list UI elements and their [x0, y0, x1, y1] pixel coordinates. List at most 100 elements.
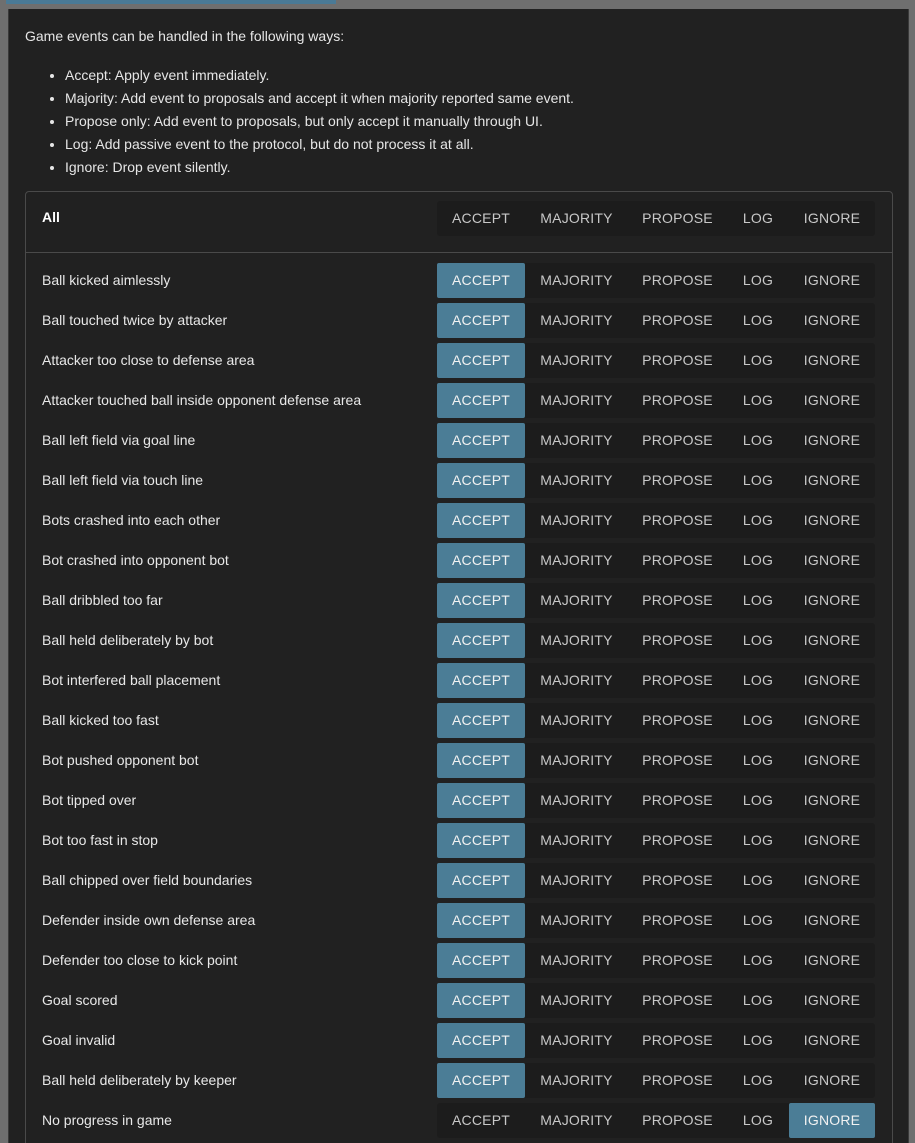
event-majority-button[interactable]: MAJORITY: [525, 383, 628, 418]
event-propose-button[interactable]: PROPOSE: [628, 503, 727, 538]
event-accept-button[interactable]: ACCEPT: [437, 423, 525, 458]
event-log-button[interactable]: LOG: [727, 423, 789, 458]
event-log-button[interactable]: LOG: [727, 1063, 789, 1098]
event-accept-button[interactable]: ACCEPT: [437, 703, 525, 738]
all-events-log-button[interactable]: LOG: [727, 201, 789, 236]
event-majority-button[interactable]: MAJORITY: [525, 503, 628, 538]
event-majority-button[interactable]: MAJORITY: [525, 863, 628, 898]
event-ignore-button[interactable]: IGNORE: [789, 1023, 875, 1058]
event-accept-button[interactable]: ACCEPT: [437, 303, 525, 338]
event-log-button[interactable]: LOG: [727, 903, 789, 938]
event-propose-button[interactable]: PROPOSE: [628, 983, 727, 1018]
event-ignore-button[interactable]: IGNORE: [789, 1103, 875, 1138]
event-propose-button[interactable]: PROPOSE: [628, 623, 727, 658]
event-ignore-button[interactable]: IGNORE: [789, 703, 875, 738]
event-log-button[interactable]: LOG: [727, 383, 789, 418]
event-accept-button[interactable]: ACCEPT: [437, 543, 525, 578]
event-propose-button[interactable]: PROPOSE: [628, 903, 727, 938]
event-ignore-button[interactable]: IGNORE: [789, 623, 875, 658]
event-ignore-button[interactable]: IGNORE: [789, 823, 875, 858]
event-accept-button[interactable]: ACCEPT: [437, 623, 525, 658]
event-ignore-button[interactable]: IGNORE: [789, 863, 875, 898]
event-log-button[interactable]: LOG: [727, 743, 789, 778]
event-propose-button[interactable]: PROPOSE: [628, 663, 727, 698]
event-ignore-button[interactable]: IGNORE: [789, 743, 875, 778]
event-majority-button[interactable]: MAJORITY: [525, 343, 628, 378]
event-log-button[interactable]: LOG: [727, 463, 789, 498]
event-majority-button[interactable]: MAJORITY: [525, 783, 628, 818]
event-majority-button[interactable]: MAJORITY: [525, 983, 628, 1018]
event-accept-button[interactable]: ACCEPT: [437, 823, 525, 858]
event-majority-button[interactable]: MAJORITY: [525, 903, 628, 938]
event-accept-button[interactable]: ACCEPT: [437, 343, 525, 378]
event-ignore-button[interactable]: IGNORE: [789, 1063, 875, 1098]
event-ignore-button[interactable]: IGNORE: [789, 663, 875, 698]
event-ignore-button[interactable]: IGNORE: [789, 903, 875, 938]
event-ignore-button[interactable]: IGNORE: [789, 543, 875, 578]
event-majority-button[interactable]: MAJORITY: [525, 543, 628, 578]
event-accept-button[interactable]: ACCEPT: [437, 583, 525, 618]
event-propose-button[interactable]: PROPOSE: [628, 423, 727, 458]
event-log-button[interactable]: LOG: [727, 823, 789, 858]
event-ignore-button[interactable]: IGNORE: [789, 263, 875, 298]
event-majority-button[interactable]: MAJORITY: [525, 263, 628, 298]
event-ignore-button[interactable]: IGNORE: [789, 503, 875, 538]
event-ignore-button[interactable]: IGNORE: [789, 463, 875, 498]
event-propose-button[interactable]: PROPOSE: [628, 863, 727, 898]
event-majority-button[interactable]: MAJORITY: [525, 663, 628, 698]
event-log-button[interactable]: LOG: [727, 703, 789, 738]
event-propose-button[interactable]: PROPOSE: [628, 583, 727, 618]
event-majority-button[interactable]: MAJORITY: [525, 1103, 628, 1138]
event-majority-button[interactable]: MAJORITY: [525, 303, 628, 338]
event-accept-button[interactable]: ACCEPT: [437, 863, 525, 898]
event-propose-button[interactable]: PROPOSE: [628, 1063, 727, 1098]
event-log-button[interactable]: LOG: [727, 623, 789, 658]
event-ignore-button[interactable]: IGNORE: [789, 983, 875, 1018]
event-propose-button[interactable]: PROPOSE: [628, 303, 727, 338]
event-majority-button[interactable]: MAJORITY: [525, 623, 628, 658]
event-accept-button[interactable]: ACCEPT: [437, 1023, 525, 1058]
event-log-button[interactable]: LOG: [727, 1023, 789, 1058]
event-majority-button[interactable]: MAJORITY: [525, 703, 628, 738]
event-majority-button[interactable]: MAJORITY: [525, 583, 628, 618]
event-propose-button[interactable]: PROPOSE: [628, 383, 727, 418]
event-log-button[interactable]: LOG: [727, 1103, 789, 1138]
event-accept-button[interactable]: ACCEPT: [437, 383, 525, 418]
event-propose-button[interactable]: PROPOSE: [628, 743, 727, 778]
event-accept-button[interactable]: ACCEPT: [437, 743, 525, 778]
event-log-button[interactable]: LOG: [727, 343, 789, 378]
event-log-button[interactable]: LOG: [727, 943, 789, 978]
all-events-propose-button[interactable]: PROPOSE: [628, 201, 727, 236]
event-ignore-button[interactable]: IGNORE: [789, 423, 875, 458]
event-majority-button[interactable]: MAJORITY: [525, 463, 628, 498]
event-accept-button[interactable]: ACCEPT: [437, 783, 525, 818]
event-accept-button[interactable]: ACCEPT: [437, 1063, 525, 1098]
event-majority-button[interactable]: MAJORITY: [525, 943, 628, 978]
event-propose-button[interactable]: PROPOSE: [628, 543, 727, 578]
all-events-ignore-button[interactable]: IGNORE: [789, 201, 875, 236]
event-log-button[interactable]: LOG: [727, 863, 789, 898]
event-propose-button[interactable]: PROPOSE: [628, 703, 727, 738]
event-propose-button[interactable]: PROPOSE: [628, 783, 727, 818]
event-accept-button[interactable]: ACCEPT: [437, 983, 525, 1018]
event-log-button[interactable]: LOG: [727, 503, 789, 538]
event-accept-button[interactable]: ACCEPT: [437, 503, 525, 538]
event-propose-button[interactable]: PROPOSE: [628, 1103, 727, 1138]
event-majority-button[interactable]: MAJORITY: [525, 743, 628, 778]
event-accept-button[interactable]: ACCEPT: [437, 903, 525, 938]
event-ignore-button[interactable]: IGNORE: [789, 783, 875, 818]
event-majority-button[interactable]: MAJORITY: [525, 1023, 628, 1058]
event-propose-button[interactable]: PROPOSE: [628, 463, 727, 498]
event-majority-button[interactable]: MAJORITY: [525, 423, 628, 458]
event-propose-button[interactable]: PROPOSE: [628, 343, 727, 378]
event-accept-button[interactable]: ACCEPT: [437, 463, 525, 498]
event-log-button[interactable]: LOG: [727, 783, 789, 818]
event-log-button[interactable]: LOG: [727, 263, 789, 298]
event-majority-button[interactable]: MAJORITY: [525, 1063, 628, 1098]
event-ignore-button[interactable]: IGNORE: [789, 303, 875, 338]
event-accept-button[interactable]: ACCEPT: [437, 943, 525, 978]
all-events-majority-button[interactable]: MAJORITY: [525, 201, 628, 236]
event-log-button[interactable]: LOG: [727, 303, 789, 338]
event-accept-button[interactable]: ACCEPT: [437, 663, 525, 698]
event-propose-button[interactable]: PROPOSE: [628, 263, 727, 298]
